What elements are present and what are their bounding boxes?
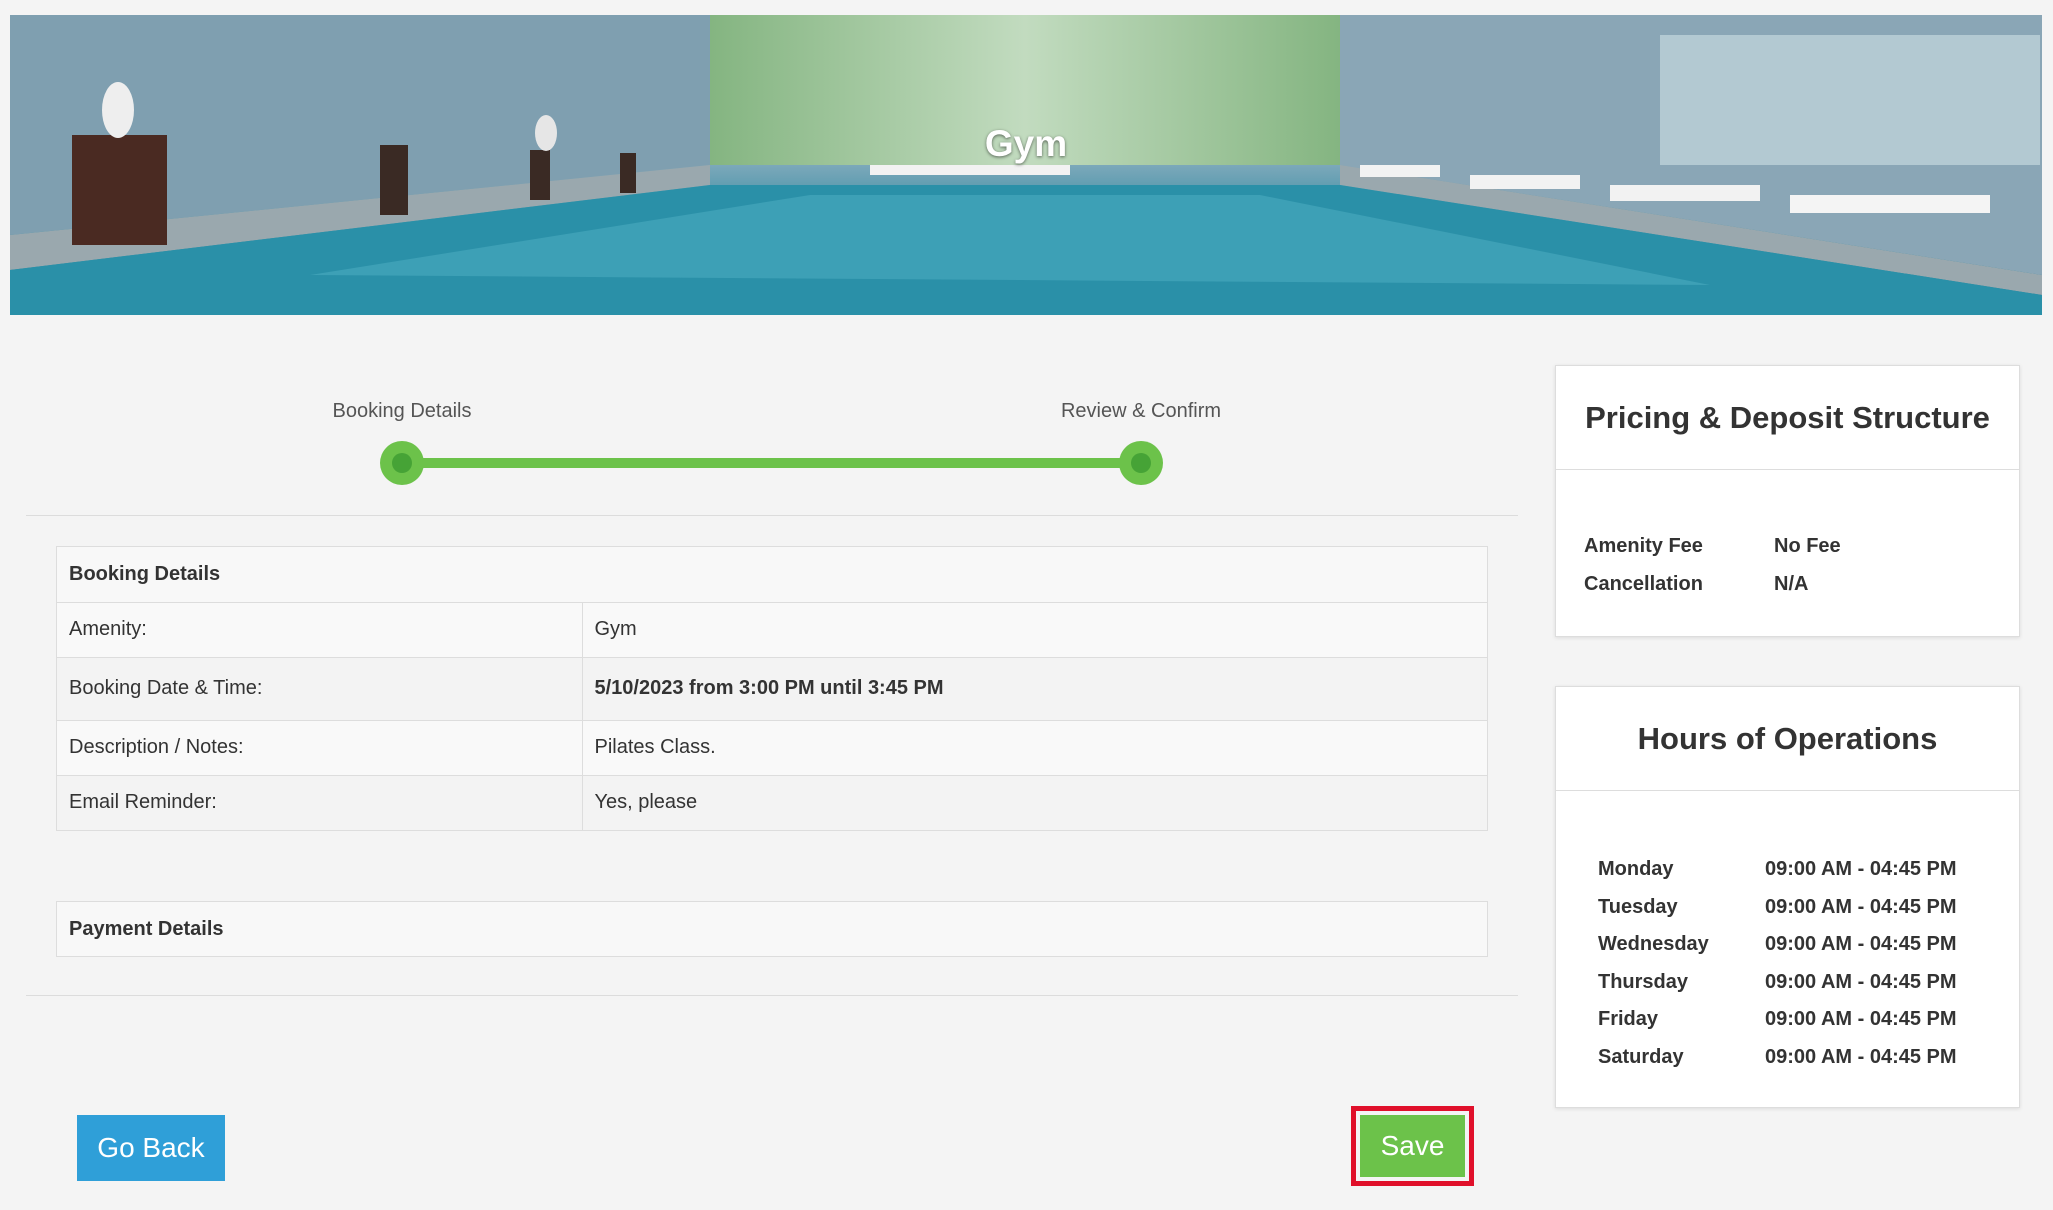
hours-row-tuesday: Tuesday 09:00 AM - 04:45 PM bbox=[1598, 889, 2019, 927]
step-progress-line bbox=[402, 458, 1141, 468]
step-dot-review-confirm[interactable] bbox=[1119, 441, 1163, 485]
hours-row-wednesday: Wednesday 09:00 AM - 04:45 PM bbox=[1598, 926, 2019, 964]
pricing-title: Pricing & Deposit Structure bbox=[1556, 366, 2019, 470]
booking-details-table: Booking Details Amenity: Gym Booking Dat… bbox=[56, 546, 1488, 831]
amenity-label: Amenity: bbox=[57, 601, 583, 657]
step-label-booking-details: Booking Details bbox=[332, 400, 472, 422]
pricing-panel: Pricing & Deposit Structure Amenity Fee … bbox=[1555, 365, 2020, 637]
hours-time: 09:00 AM - 04:45 PM bbox=[1765, 933, 1957, 955]
hours-day: Saturday bbox=[1598, 1045, 1684, 1068]
amenity-value: Gym bbox=[582, 601, 1487, 657]
pricing-value: N/A bbox=[1774, 573, 1809, 595]
email-reminder-value: Yes, please bbox=[582, 774, 1487, 830]
hero-banner: Gym bbox=[10, 15, 2042, 315]
hours-day: Monday bbox=[1598, 858, 1674, 880]
email-reminder-label: Email Reminder: bbox=[57, 774, 583, 830]
pricing-key: Cancellation bbox=[1584, 573, 1703, 595]
pricing-key: Amenity Fee bbox=[1584, 535, 1703, 557]
table-row: Booking Date & Time: 5/10/2023 from 3:00… bbox=[57, 656, 1487, 720]
go-back-button[interactable]: Go Back bbox=[77, 1115, 225, 1181]
table-row: Amenity: Gym bbox=[57, 601, 1487, 657]
step-dot-booking-details[interactable] bbox=[380, 441, 424, 485]
payment-details-header: Payment Details bbox=[56, 901, 1488, 957]
hours-day: Tuesday bbox=[1598, 895, 1678, 918]
hours-day: Thursday bbox=[1598, 970, 1689, 993]
pricing-value: No Fee bbox=[1774, 535, 1841, 557]
step-label-review-confirm: Review & Confirm bbox=[1060, 400, 1222, 422]
booking-datetime-value: 5/10/2023 from 3:00 PM until 3:45 PM bbox=[582, 656, 1487, 720]
description-value: Pilates Class. bbox=[582, 719, 1487, 775]
divider bbox=[26, 515, 1518, 516]
description-label: Description / Notes: bbox=[57, 719, 583, 775]
pool-image bbox=[10, 15, 2042, 315]
divider bbox=[26, 995, 1518, 996]
table-row: Description / Notes: Pilates Class. bbox=[57, 719, 1487, 775]
page-title: Gym bbox=[984, 123, 1068, 164]
booking-datetime-label: Booking Date & Time: bbox=[57, 656, 583, 720]
hours-row-saturday: Saturday 09:00 AM - 04:45 PM bbox=[1598, 1039, 2019, 1077]
table-row: Email Reminder: Yes, please bbox=[57, 774, 1487, 830]
hours-title: Hours of Operations bbox=[1556, 687, 2019, 791]
pricing-row-cancellation: Cancellation N/A bbox=[1584, 565, 2019, 603]
hours-time: 09:00 AM - 04:45 PM bbox=[1765, 895, 1957, 918]
hours-row-monday: Monday 09:00 AM - 04:45 PM bbox=[1598, 851, 2019, 889]
hours-time: 09:00 AM - 04:45 PM bbox=[1765, 970, 1957, 993]
hours-row-thursday: Thursday 09:00 AM - 04:45 PM bbox=[1598, 964, 2019, 1002]
save-button[interactable]: Save bbox=[1360, 1115, 1465, 1177]
pricing-row-amenity-fee: Amenity Fee No Fee bbox=[1584, 527, 2019, 565]
hours-row-friday: Friday 09:00 AM - 04:45 PM bbox=[1598, 1001, 2019, 1039]
hours-time: 09:00 AM - 04:45 PM bbox=[1765, 858, 1957, 880]
hours-time: 09:00 AM - 04:45 PM bbox=[1765, 1045, 1957, 1068]
hours-day: Friday bbox=[1598, 1008, 1659, 1030]
booking-review-section: Booking Details Review & Confirm Booking… bbox=[26, 345, 1518, 996]
hours-panel: Hours of Operations Monday 09:00 AM - 04… bbox=[1555, 686, 2020, 1108]
progress-stepper: Booking Details Review & Confirm bbox=[26, 345, 1518, 515]
hours-time: 09:00 AM - 04:45 PM bbox=[1765, 1008, 1957, 1030]
save-button-highlight: Save bbox=[1351, 1106, 1474, 1186]
booking-details-header: Booking Details bbox=[69, 562, 221, 585]
hours-day: Wednesday bbox=[1598, 933, 1709, 955]
